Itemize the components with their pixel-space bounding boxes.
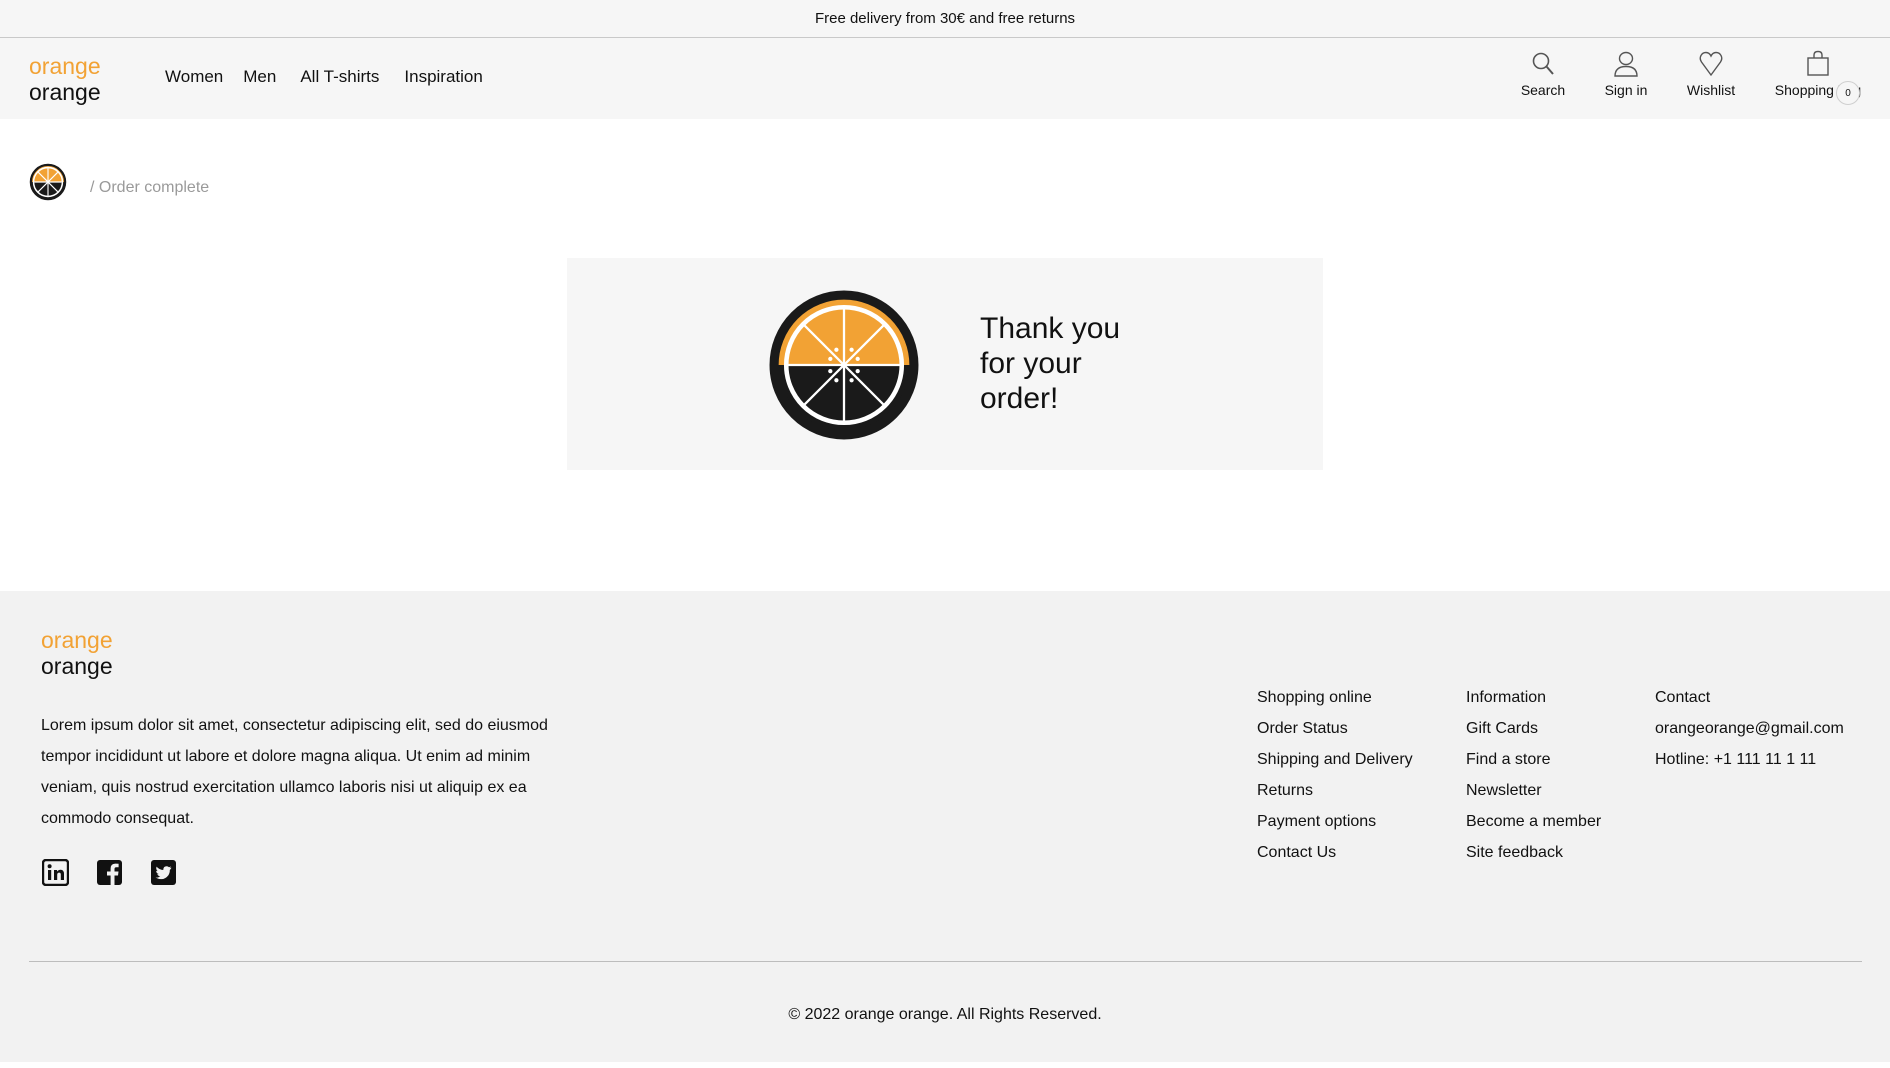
header-tools: Search Sign in Wishlist Shopping bag bbox=[0, 50, 1890, 110]
footer-link-contact-us[interactable]: Contact Us bbox=[1257, 837, 1413, 868]
footer-link-find-store[interactable]: Find a store bbox=[1466, 744, 1601, 775]
footer-contact-column: Contact orangeorange@gmail.com Hotline: … bbox=[1655, 682, 1844, 775]
search-label: Search bbox=[1520, 82, 1566, 98]
twitter-icon[interactable] bbox=[150, 859, 177, 886]
breadcrumb-current: / Order complete bbox=[90, 179, 210, 196]
footer-link-newsletter[interactable]: Newsletter bbox=[1466, 775, 1601, 806]
orange-logo-icon bbox=[769, 290, 919, 440]
breadcrumb: / Order complete bbox=[29, 163, 209, 201]
wishlist-button[interactable]: Wishlist bbox=[1686, 50, 1736, 98]
promo-bar: Free delivery from 30€ and free returns bbox=[0, 0, 1890, 38]
footer-contact-email[interactable]: orangeorange@gmail.com bbox=[1655, 713, 1844, 744]
search-icon bbox=[1532, 52, 1554, 75]
footer-link-shopping-online[interactable]: Shopping online bbox=[1257, 682, 1413, 713]
footer-contact-hotline: Hotline: +1 111 11 1 11 bbox=[1655, 751, 1817, 768]
footer-link-become-member[interactable]: Become a member bbox=[1466, 806, 1601, 837]
footer-brand-line-2: orange bbox=[41, 653, 113, 679]
footer-link-site-feedback[interactable]: Site feedback bbox=[1466, 837, 1601, 868]
footer-brand-line-1: orange bbox=[41, 627, 113, 653]
site-footer: orange orange Lorem ipsum dolor sit amet… bbox=[0, 591, 1890, 1062]
footer-link-order-status[interactable]: Order Status bbox=[1257, 713, 1413, 744]
sign-in-button[interactable]: Sign in bbox=[1603, 50, 1649, 98]
footer-link-shipping-delivery[interactable]: Shipping and Delivery bbox=[1257, 744, 1413, 775]
footer-contact-heading: Contact bbox=[1655, 689, 1711, 706]
footer-description: Lorem ipsum dolor sit amet, consectetur … bbox=[41, 717, 548, 827]
site-header: orange orange Women Men All T-shirts Ins… bbox=[0, 38, 1890, 119]
thank-you-line-2: for your bbox=[980, 347, 1082, 380]
wishlist-label: Wishlist bbox=[1686, 82, 1736, 98]
footer-link-gift-cards[interactable]: Gift Cards bbox=[1466, 713, 1601, 744]
footer-divider bbox=[29, 961, 1862, 962]
facebook-icon[interactable] bbox=[96, 859, 123, 886]
footer-shopping-column: Shopping online Order Status Shipping an… bbox=[1257, 682, 1413, 868]
copyright: © 2022 orange orange. All Rights Reserve… bbox=[788, 1006, 1102, 1023]
orange-logo-icon[interactable] bbox=[29, 163, 67, 201]
footer-link-returns[interactable]: Returns bbox=[1257, 775, 1413, 806]
social-links bbox=[42, 859, 204, 886]
promo-text: Free delivery from 30€ and free returns bbox=[814, 10, 1076, 27]
footer-link-payment-options[interactable]: Payment options bbox=[1257, 806, 1413, 837]
heart-icon bbox=[1699, 51, 1723, 77]
bag-count-badge: 0 bbox=[1836, 81, 1860, 105]
footer-brand-logo[interactable]: orange orange bbox=[41, 627, 113, 679]
linkedin-icon[interactable] bbox=[42, 859, 69, 886]
thank-you-line-3: order! bbox=[980, 382, 1059, 415]
user-icon bbox=[1614, 51, 1638, 77]
search-button[interactable]: Search bbox=[1520, 50, 1566, 98]
sign-in-label: Sign in bbox=[1604, 82, 1648, 98]
shopping-bag-icon bbox=[1807, 50, 1829, 76]
footer-information-column: Information Gift Cards Find a store News… bbox=[1466, 682, 1601, 868]
order-confirmation-card: Thank you for your order! bbox=[567, 258, 1323, 470]
footer-link-information[interactable]: Information bbox=[1466, 682, 1601, 713]
thank-you-message: Thank you for your order! bbox=[980, 311, 1160, 416]
thank-you-line-1: Thank you bbox=[980, 312, 1121, 345]
